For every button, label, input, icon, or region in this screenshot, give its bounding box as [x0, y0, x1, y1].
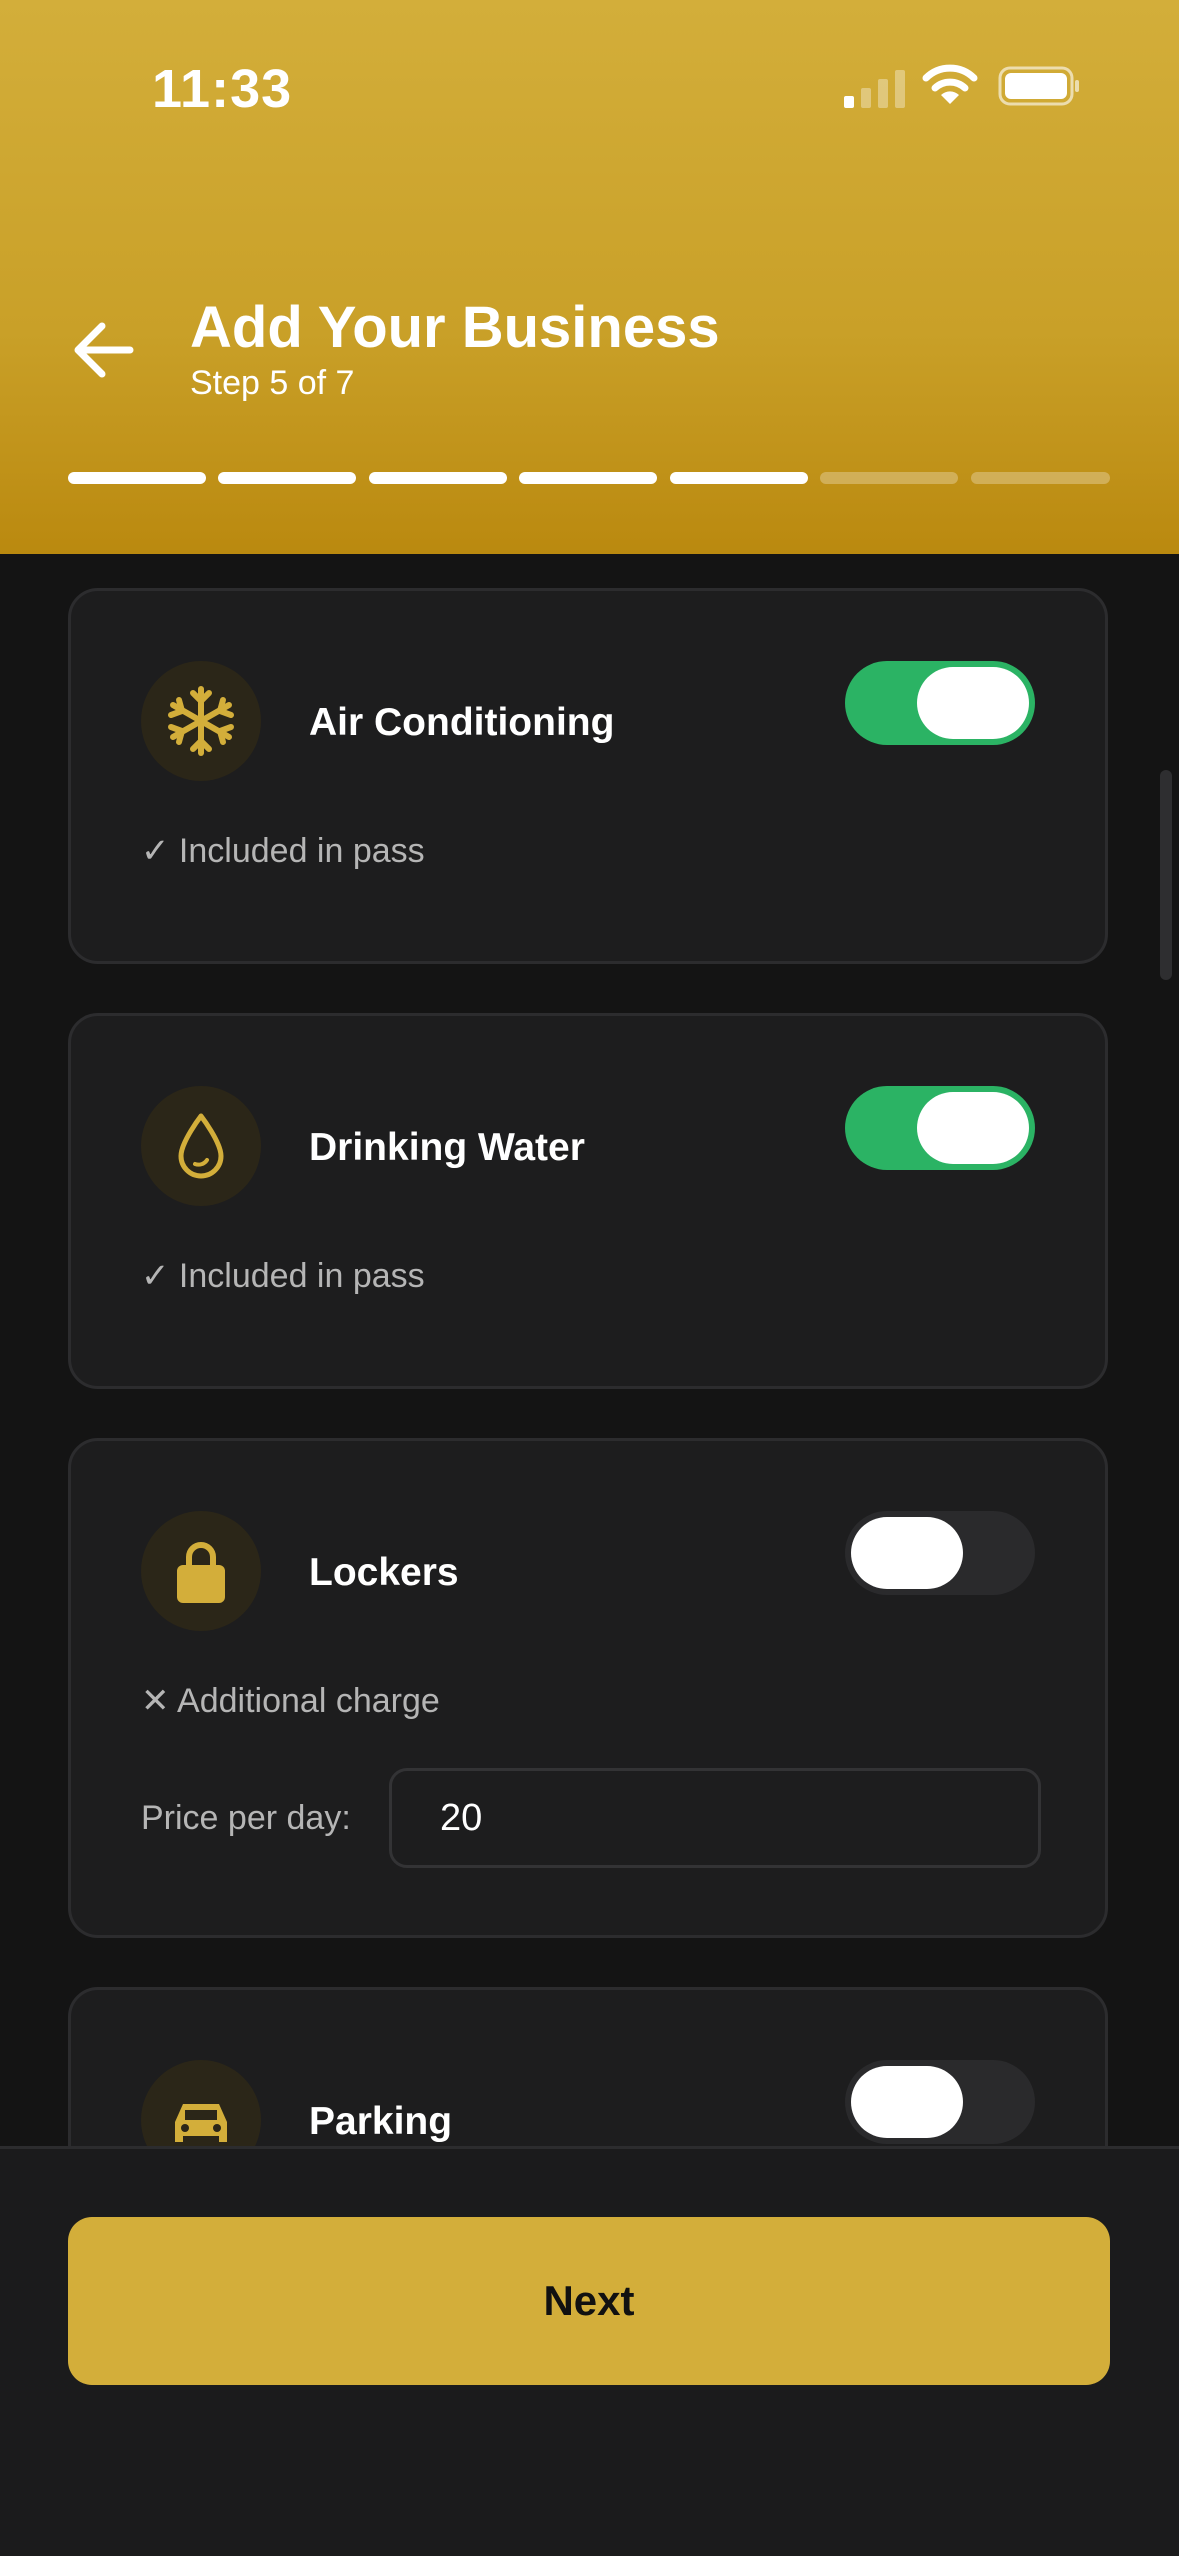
progress-segment [519, 472, 657, 484]
toggle-knob [851, 1517, 963, 1589]
toggle-knob [917, 1092, 1029, 1164]
cellular-signal-icon [844, 70, 905, 108]
progress-segment [820, 472, 958, 484]
amenity-toggle[interactable] [845, 1511, 1035, 1595]
amenity-name: Lockers [309, 1551, 459, 1594]
scrollbar[interactable] [1160, 770, 1172, 980]
toggle-knob [917, 667, 1029, 739]
water-drop-icon [178, 1113, 224, 1179]
amenity-card-lockers: Lockers ✕ Additional charge Price per da… [68, 1438, 1108, 1938]
progress-segment [971, 472, 1110, 484]
amenity-icon-container [141, 1086, 261, 1206]
progress-segment [369, 472, 507, 484]
amenity-card-drinking-water: Drinking Water ✓ Included in pass [68, 1013, 1108, 1389]
amenity-name: Drinking Water [309, 1126, 585, 1169]
amenity-status: ✓ Included in pass [141, 1257, 425, 1295]
step-progress-bar [68, 472, 1110, 484]
amenity-status: ✕ Additional charge [141, 1682, 440, 1720]
lock-icon [177, 1542, 225, 1603]
amenity-toggle[interactable] [845, 661, 1035, 745]
price-per-day-input[interactable] [389, 1768, 1041, 1868]
back-arrow-icon[interactable] [68, 318, 140, 382]
amenity-toggle[interactable] [845, 1086, 1035, 1170]
amenity-card-air-conditioning: Air Conditioning ✓ Included in pass [68, 588, 1108, 964]
snowflake-icon [168, 686, 234, 756]
footer-bar: Next [0, 2146, 1179, 2556]
amenity-name: Air Conditioning [309, 701, 615, 744]
step-indicator: Step 5 of 7 [190, 364, 355, 402]
amenity-icon-container [141, 1511, 261, 1631]
progress-segment [68, 472, 206, 484]
amenity-status: ✓ Included in pass [141, 832, 425, 870]
price-per-day-label: Price per day: [141, 1799, 351, 1837]
amenity-icon-container [141, 661, 261, 781]
toggle-knob [851, 2066, 963, 2138]
progress-segment [670, 472, 808, 484]
battery-icon [998, 66, 1079, 106]
header: 11:33 Add Your Business Step 5 of 7 [0, 0, 1179, 554]
next-button[interactable]: Next [68, 2217, 1110, 2385]
amenity-toggle[interactable] [845, 2060, 1035, 2144]
wifi-icon [922, 64, 978, 104]
status-time: 11:33 [152, 59, 293, 119]
progress-segment [218, 472, 356, 484]
amenity-name: Parking [309, 2100, 453, 2143]
page-title: Add Your Business [190, 295, 720, 360]
